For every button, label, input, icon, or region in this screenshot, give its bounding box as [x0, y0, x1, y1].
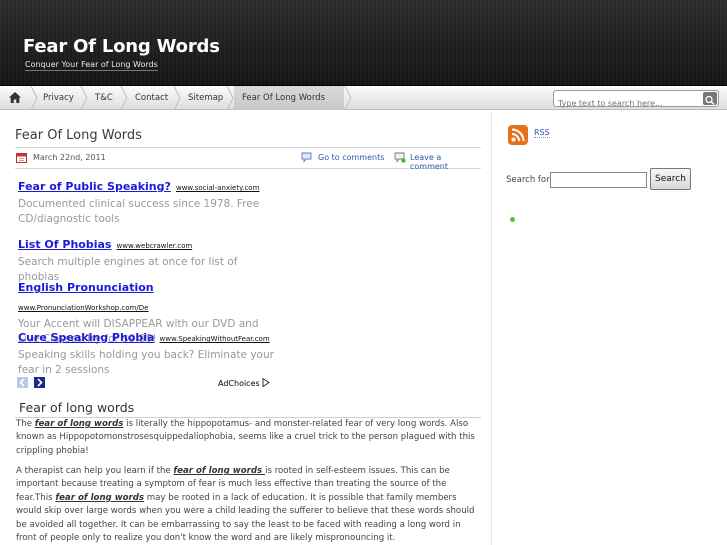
ad-next-icon[interactable] [34, 377, 46, 388]
site-tagline: Conquer Your Fear of Long Words [25, 60, 158, 71]
keyword-link[interactable]: fear of long words [55, 493, 144, 503]
article-paragraph: The fear of long words is literally the … [16, 418, 482, 458]
ad-url[interactable]: www.webcrawler.com [117, 242, 193, 250]
nav-separator [80, 86, 88, 110]
ad-prev-icon[interactable] [17, 377, 28, 388]
nav-separator [120, 86, 128, 110]
ad-description: Speaking skills holding you back? Elimin… [18, 349, 274, 376]
keyword-link[interactable]: fear of long words [35, 419, 124, 429]
adchoices-icon [262, 377, 271, 388]
nav-item-privacy[interactable]: Privacy [43, 86, 74, 110]
text: A therapist can help you learn if the [16, 466, 174, 476]
nav-item-contact[interactable]: Contact [135, 86, 168, 110]
calendar-icon [16, 153, 27, 163]
ad-url[interactable]: www.social-anxiety.com [176, 184, 259, 192]
go-to-comments-link[interactable]: Go to comments [318, 153, 384, 162]
ad-url[interactable]: www.PronunciationWorkshop.com/De [18, 304, 148, 312]
post-title[interactable]: Fear Of Long Words [15, 128, 142, 143]
post-meta: March 22nd, 2011 Go to comments Leave a … [15, 147, 481, 171]
comments-icon [301, 152, 312, 163]
sidebar-search-input[interactable] [550, 172, 647, 188]
nav-item-current[interactable]: Fear Of Long Words [234, 86, 344, 110]
ad-description: Documented clinical success since 1978. … [18, 198, 260, 225]
article-heading: Fear of long words [19, 400, 135, 415]
text: The [16, 419, 35, 429]
ad-unit: Cure Speaking Phobia www.SpeakingWithout… [18, 326, 278, 378]
sidebar-search-button[interactable]: Search [650, 168, 691, 190]
ad-title[interactable]: English Pronunciation [18, 281, 154, 294]
ad-title[interactable]: Fear of Public Speaking? [18, 180, 171, 193]
nav-separator [173, 86, 181, 110]
sidebar-search-label: Search for: [506, 175, 553, 185]
site-title[interactable]: Fear Of Long Words [23, 36, 220, 57]
ad-pager [17, 377, 46, 396]
nav-separator [344, 86, 352, 110]
leave-comment-icon [394, 152, 406, 163]
adchoices[interactable]: AdChoices [218, 377, 271, 388]
nav-separator [30, 86, 38, 110]
ad-title[interactable]: List Of Phobias [18, 238, 111, 251]
sidebar-divider [491, 112, 492, 545]
ad-title[interactable]: Cure Speaking Phobia [18, 331, 154, 344]
header-search-input[interactable] [554, 96, 694, 111]
leave-comment-link[interactable]: Leave a comment [410, 153, 481, 171]
home-icon[interactable] [9, 92, 21, 103]
ad-url[interactable]: www.SpeakingWithoutFear.com [160, 335, 270, 343]
adchoices-label: AdChoices [218, 379, 260, 388]
site-header: Fear Of Long Words Conquer Your Fear of … [0, 0, 727, 86]
post-date: March 22nd, 2011 [33, 153, 106, 162]
keyword-link[interactable]: fear of long words [173, 466, 265, 476]
header-search [553, 90, 719, 111]
ad-unit: Fear of Public Speaking? www.social-anxi… [18, 175, 278, 227]
nav-item-sitemap[interactable]: Sitemap [188, 86, 223, 110]
header-search-button[interactable] [703, 92, 717, 106]
rss-link[interactable]: RSS [534, 128, 550, 138]
nav-item-terms[interactable]: T&C [95, 86, 113, 110]
rss-icon[interactable] [508, 125, 528, 145]
article-paragraph: A therapist can help you learn if the fe… [16, 465, 482, 545]
bullet-dot [510, 217, 515, 222]
magnifier-icon [705, 95, 715, 106]
nav-separator [226, 86, 234, 110]
